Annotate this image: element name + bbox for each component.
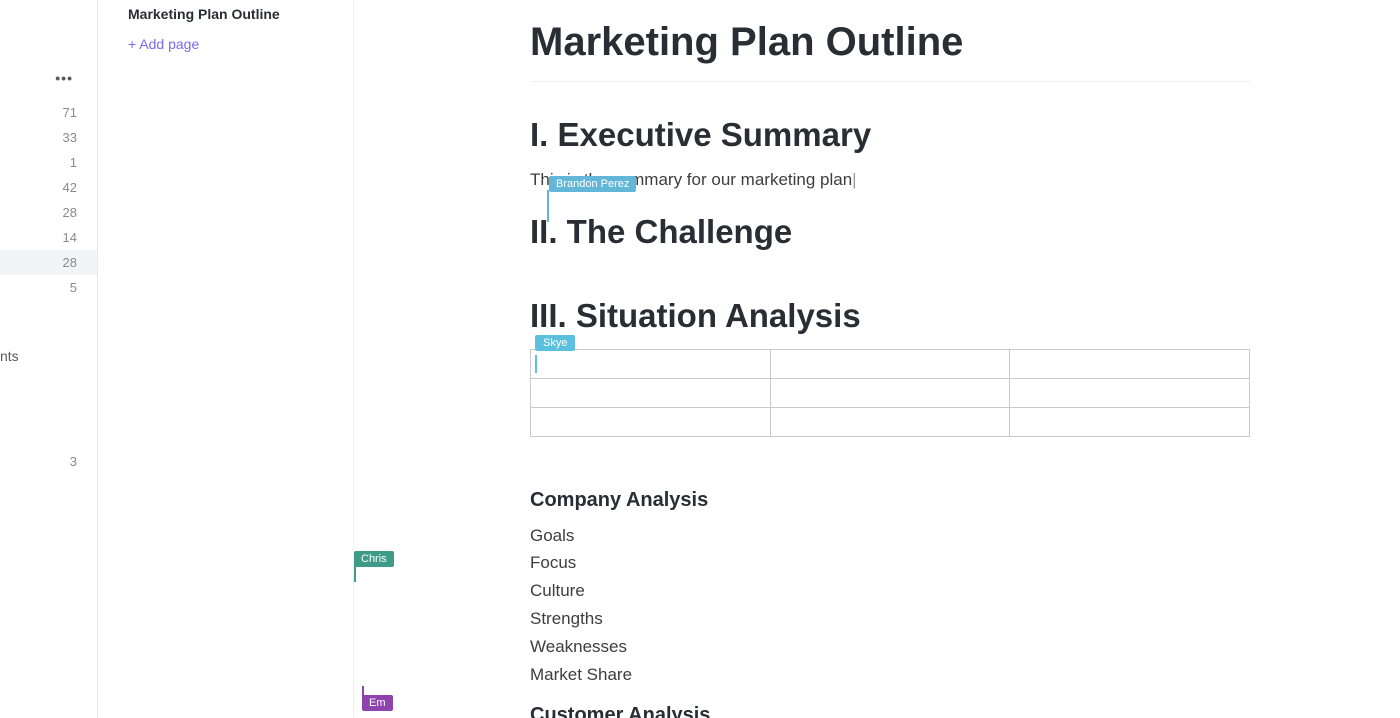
heading-challenge[interactable]: II. The Challenge (530, 213, 1250, 251)
gutter-number[interactable]: 71 (0, 100, 97, 125)
document-main[interactable]: Marketing Plan Outline I. Executive Summ… (354, 0, 1400, 718)
list-item[interactable]: Market Share (530, 661, 1250, 689)
gutter-number[interactable]: 33 (0, 125, 97, 150)
body-text[interactable]: This is the summary for our marketing pl… (530, 168, 1250, 193)
gutter-number[interactable]: 3 (0, 449, 97, 474)
heading-situation-analysis[interactable]: III. Situation Analysis (530, 297, 1250, 335)
heading-executive-summary[interactable]: I. Executive Summary (530, 116, 1250, 154)
company-analysis-list[interactable]: Goals Focus Culture Strengths Weaknesses… (530, 522, 1250, 689)
gutter-label: nts (0, 348, 97, 364)
list-item[interactable]: Goals (530, 522, 1250, 550)
table-cell[interactable] (770, 378, 1010, 407)
table-cell[interactable] (531, 378, 771, 407)
collab-cursor-label: Em (362, 695, 393, 711)
list-item[interactable]: Weaknesses (530, 633, 1250, 661)
gutter-number[interactable]: 5 (0, 275, 97, 300)
collab-cursor-line (547, 190, 549, 222)
list-item[interactable]: Culture (530, 577, 1250, 605)
table-cell[interactable] (1010, 349, 1250, 378)
collab-cursor-label: Brandon Perez (549, 176, 636, 192)
gutter-number[interactable]: 28 (0, 250, 97, 275)
gutter-number[interactable]: 1 (0, 150, 97, 175)
table-cell[interactable] (1010, 407, 1250, 436)
heading-company-analysis[interactable]: Company Analysis (530, 489, 1250, 512)
table-cell[interactable]: Skye (531, 349, 771, 378)
doc-title[interactable]: Marketing Plan Outline (530, 20, 1250, 82)
heading-customer-analysis[interactable]: Customer Analysis (530, 704, 1250, 718)
collab-cursor-line (535, 355, 537, 373)
table-cell[interactable] (770, 407, 1010, 436)
list-item[interactable]: Focus (530, 549, 1250, 577)
more-icon[interactable]: ••• (55, 70, 97, 86)
sidebar-page-item[interactable]: Marketing Plan Outline (98, 2, 353, 26)
collab-cursor-line (362, 686, 364, 704)
list-item[interactable]: Strengths (530, 605, 1250, 633)
doc-table[interactable]: Skye (530, 349, 1250, 437)
gutter-number[interactable]: 14 (0, 225, 97, 250)
collab-cursor-line (354, 562, 356, 582)
table-cell[interactable] (531, 407, 771, 436)
left-gutter: ••• 71 33 1 42 28 14 28 5 nts 3 (0, 0, 98, 718)
table-cell[interactable] (770, 349, 1010, 378)
table-cell[interactable] (1010, 378, 1250, 407)
gutter-number[interactable]: 42 (0, 175, 97, 200)
collab-cursor-label: Skye (535, 335, 575, 351)
sidebar: Marketing Plan Outline + Add page (98, 0, 354, 718)
collab-cursor-label: Chris (354, 551, 394, 567)
add-page-button[interactable]: + Add page (98, 26, 353, 62)
gutter-number[interactable]: 28 (0, 200, 97, 225)
